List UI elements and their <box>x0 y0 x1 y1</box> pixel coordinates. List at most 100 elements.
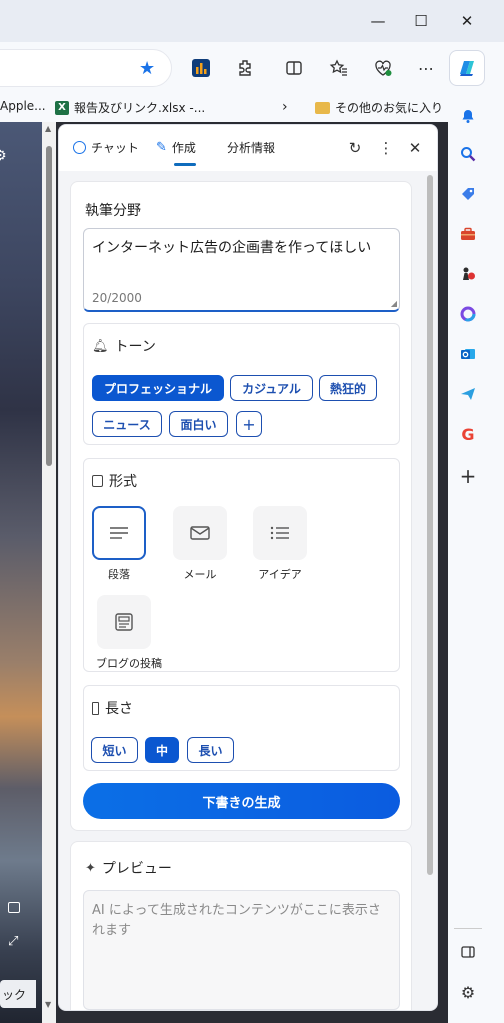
format-label: メール <box>183 568 217 581</box>
add-icon[interactable]: + <box>456 464 480 488</box>
close-window-button[interactable]: ✕ <box>444 6 490 36</box>
compose-card: 執筆分野 インターネット広告の企画書を作ってほしい 20/2000 ◢ 🔔︎ ト… <box>70 181 412 831</box>
page-scrollbar-thumb[interactable] <box>46 146 52 466</box>
format-header: 形式 <box>92 471 137 491</box>
microsoft-365-icon[interactable] <box>456 302 480 326</box>
excel-icon: X <box>55 100 69 115</box>
more-options-icon[interactable]: ⋯ <box>413 55 439 81</box>
preview-card: ✦ プレビュー AI によって生成されたコンテンツがここに表示されます <box>70 841 412 1010</box>
sidebar-divider <box>454 928 482 929</box>
settings-gear-icon[interactable]: ⚙ <box>456 980 480 1004</box>
close-pane-icon[interactable]: ✕ <box>405 138 425 158</box>
scroll-up-arrow-icon[interactable]: ▲ <box>45 124 51 133</box>
copilot-pane: チャット ✎ 作成 分析情報 ↻ ⋮ ✕ 執筆分野 インターネット広告の企画書を… <box>58 124 438 1011</box>
format-title: 形式 <box>109 474 137 490</box>
add-tone-button[interactable]: + <box>236 411 262 437</box>
tone-title: トーン <box>114 339 156 355</box>
browser-toolbar: ★ ⋯ <box>0 42 504 94</box>
send-icon[interactable] <box>456 382 480 406</box>
compose-title: 執筆分野 <box>85 203 141 219</box>
length-option-medium[interactable]: 中 <box>145 737 179 763</box>
search-icon[interactable] <box>456 142 480 166</box>
mail-icon <box>173 506 227 560</box>
folder-icon <box>315 101 330 114</box>
tone-option-enthusiastic[interactable]: 熱狂的 <box>319 375 377 401</box>
page-scrollbar[interactable]: ▲ ▼ <box>42 122 56 1023</box>
compose-input-value: インターネット広告の企画書を作ってほしい <box>92 240 372 256</box>
games-icon[interactable] <box>456 262 480 286</box>
scroll-down-arrow-icon[interactable]: ▼ <box>45 1000 51 1009</box>
format-label: ブログの投稿 <box>96 657 162 670</box>
length-title: 長さ <box>105 701 133 717</box>
tone-option-professional[interactable]: プロフェッショナル <box>92 375 224 401</box>
preview-placeholder: AI によって生成されたコンテンツがここに表示されます <box>92 903 381 938</box>
shopping-tag-icon[interactable] <box>456 182 480 206</box>
preview-header: ✦ プレビュー <box>85 858 172 878</box>
chevron-right-icon[interactable]: › <box>282 99 288 115</box>
favorites-bar: Apple... X 報告及びリンク.xlsx -... › その他のお気に入り <box>0 94 448 122</box>
format-option-email[interactable]: メール <box>172 506 228 582</box>
favorite-item-apple[interactable]: Apple... <box>0 99 46 113</box>
settings-icon[interactable]: ⚙ <box>0 148 7 164</box>
tone-option-news[interactable]: ニュース <box>92 411 162 437</box>
document-icon <box>92 475 103 487</box>
google-icon[interactable]: G <box>456 422 480 446</box>
pane-header: チャット ✎ 作成 分析情報 ↻ ⋮ ✕ <box>59 125 437 171</box>
preview-area: AI によって生成されたコンテンツがここに表示されます <box>83 890 400 1010</box>
length-option-long[interactable]: 長い <box>187 737 234 763</box>
format-label: 段落 <box>108 568 130 581</box>
format-label: アイデア <box>258 568 302 581</box>
tone-option-funny[interactable]: 面白い <box>169 411 228 437</box>
tab-chat[interactable]: チャット <box>73 139 139 156</box>
length-section: 長さ 短い 中 長い <box>83 685 400 771</box>
favorite-item-excel[interactable]: X 報告及びリンク.xlsx -... <box>55 99 205 116</box>
sidebar-toggle-icon[interactable] <box>456 940 480 964</box>
webpage-background: ⚙ ⤢ <box>0 122 42 1023</box>
extensions-icon[interactable] <box>232 55 258 81</box>
tone-header: 🔔︎ トーン <box>92 336 156 356</box>
favorite-star-icon[interactable]: ★ <box>139 58 155 79</box>
edge-sidebar: G + ⚙ <box>448 94 504 1023</box>
generate-draft-button[interactable]: 下書きの生成 <box>83 783 400 819</box>
image-icon[interactable] <box>8 902 20 913</box>
favorites-other-folder[interactable]: その他のお気に入り <box>315 99 443 116</box>
length-option-short[interactable]: 短い <box>91 737 138 763</box>
favorite-label: 報告及びリンク.xlsx -... <box>74 101 206 115</box>
compose-input[interactable]: インターネット広告の企画書を作ってほしい 20/2000 ◢ <box>83 228 400 312</box>
favorites-icon[interactable] <box>326 55 352 81</box>
extension-chart-icon[interactable] <box>188 55 214 81</box>
format-option-paragraph[interactable]: 段落 <box>91 506 147 582</box>
toolbox-icon[interactable] <box>456 222 480 246</box>
format-section: 形式 段落 メール アイデア ブログの投稿 <box>83 458 400 672</box>
browser-essentials-icon[interactable] <box>370 55 396 81</box>
list-icon <box>253 506 307 560</box>
expand-icon[interactable]: ⤢ <box>8 934 18 949</box>
page-button[interactable]: ック <box>0 980 36 1008</box>
split-screen-icon[interactable] <box>281 55 307 81</box>
favorites-other-label: その他のお気に入り <box>335 101 444 115</box>
tab-insights[interactable]: 分析情報 <box>227 139 275 156</box>
format-option-blog[interactable]: ブログの投稿 <box>96 595 162 671</box>
format-option-ideas[interactable]: アイデア <box>252 506 308 582</box>
copilot-button[interactable] <box>449 50 485 86</box>
resize-handle-icon[interactable]: ◢ <box>391 299 397 308</box>
more-vertical-icon[interactable]: ⋮ <box>376 138 396 158</box>
tone-option-casual[interactable]: カジュアル <box>230 375 313 401</box>
bell-outline-icon: 🔔︎ <box>92 338 109 354</box>
sparkle-wand-icon: ✦ <box>85 860 96 876</box>
tab-label: 分析情報 <box>227 141 276 155</box>
refresh-icon[interactable]: ↻ <box>345 138 365 158</box>
tab-label: チャット <box>91 141 139 155</box>
tone-section: 🔔︎ トーン プロフェッショナル カジュアル 熱狂的 ニュース 面白い + <box>83 323 400 445</box>
title-bar: — ☐ ✕ <box>0 0 504 42</box>
compose-icon: ✎ <box>156 140 167 155</box>
minimize-button[interactable]: — <box>355 6 401 36</box>
blog-post-icon <box>97 595 151 649</box>
address-bar[interactable]: ★ <box>0 49 172 87</box>
outlook-icon[interactable] <box>456 342 480 366</box>
maximize-button[interactable]: ☐ <box>398 6 444 36</box>
pane-scrollbar[interactable] <box>427 175 433 875</box>
bell-icon[interactable] <box>456 104 480 128</box>
char-count: 20/2000 <box>92 291 142 305</box>
tab-compose[interactable]: ✎ 作成 <box>156 139 196 166</box>
